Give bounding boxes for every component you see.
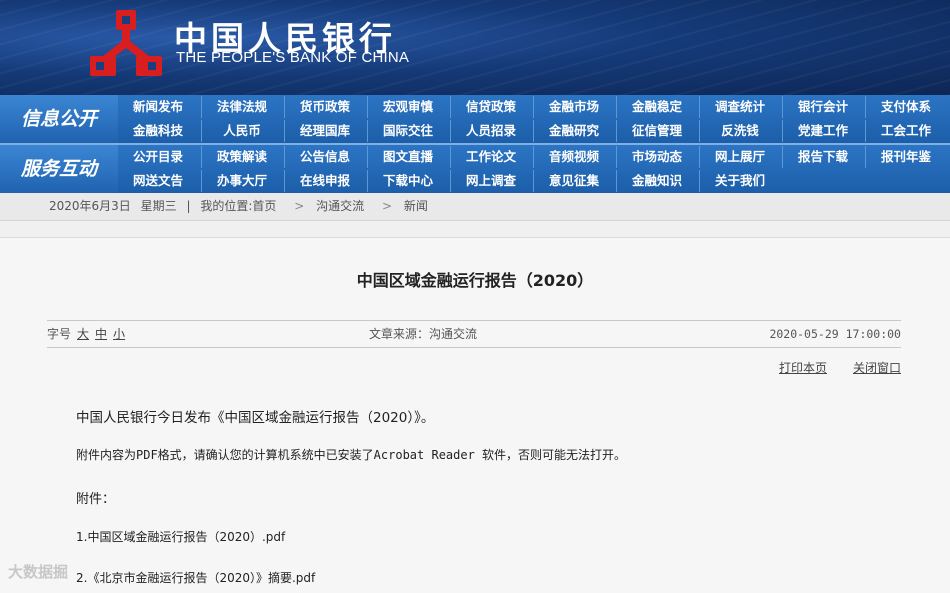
nav-item[interactable]: 反洗钱 xyxy=(699,120,780,142)
font-size-large[interactable]: 大 xyxy=(77,327,89,341)
paragraph: 中国人民银行今日发布《中国区域金融运行报告（2020）》。 xyxy=(76,410,435,426)
nav-item[interactable]: 在线申报 xyxy=(284,170,365,192)
current-weekday: 星期三 xyxy=(140,199,177,213)
nav-item[interactable]: 经理国库 xyxy=(284,120,365,142)
nav-item[interactable]: 关于我们 xyxy=(699,170,780,192)
nav-item[interactable]: 支付体系 xyxy=(865,96,946,118)
nav-item[interactable]: 报告下载 xyxy=(782,146,863,168)
nav-item[interactable]: 法律法规 xyxy=(201,96,282,118)
attachment-link[interactable]: 2.《北京市金融运行报告（2020）》摘要.pdf xyxy=(76,569,315,586)
attachment-link[interactable]: 1.中国区域金融运行报告（2020）.pdf xyxy=(76,528,285,545)
breadcrumb-separator: | xyxy=(186,199,191,213)
nav-item[interactable]: 公告信息 xyxy=(284,146,365,168)
font-size-label: 字号 xyxy=(47,327,72,341)
breadcrumb-bar: 2020年6月3日 星期三 | 我的位置:首页 > 沟通交流 > 新闻 xyxy=(0,193,950,221)
paragraph: 附件内容为PDF格式，请确认您的计算机系统中已安装了Acrobat Reader… xyxy=(76,448,627,462)
article-meta: 字号大中小 文章来源：沟通交流 2020-05-29 17:00:00 xyxy=(47,320,901,348)
nav-item[interactable]: 办事大厅 xyxy=(201,170,282,192)
breadcrumb-level-2[interactable]: 新闻 xyxy=(404,199,428,213)
article-container: 中国区域金融运行报告（2020） 字号大中小 文章来源：沟通交流 2020-05… xyxy=(0,237,950,593)
nav-row-info-2: 金融科技 人民币 经理国库 国际交往 人员招录 金融研究 征信管理 反洗钱 党建… xyxy=(118,120,950,144)
nav-item[interactable]: 人民币 xyxy=(201,120,282,142)
nav-item[interactable]: 市场动态 xyxy=(616,146,697,168)
breadcrumb-home[interactable]: 我的位置:首页 xyxy=(200,199,276,213)
nav-item[interactable]: 征信管理 xyxy=(616,120,697,142)
nav-item[interactable]: 新闻发布 xyxy=(118,96,198,118)
nav-group-info: 信息公开 新闻发布 法律法规 货币政策 宏观审慎 信贷政策 金融市场 金融稳定 … xyxy=(0,95,950,143)
main-nav: 信息公开 新闻发布 法律法规 货币政策 宏观审慎 信贷政策 金融市场 金融稳定 … xyxy=(0,95,950,193)
breadcrumb-level-1[interactable]: 沟通交流 xyxy=(316,199,364,213)
nav-item[interactable]: 金融知识 xyxy=(616,170,697,192)
nav-item[interactable]: 货币政策 xyxy=(284,96,365,118)
nav-item[interactable]: 金融稳定 xyxy=(616,96,697,118)
pboc-logo-icon[interactable] xyxy=(88,8,164,78)
attachments-label: 附件： xyxy=(76,492,116,507)
nav-head-service[interactable]: 服务互动 xyxy=(0,145,118,193)
nav-item[interactable]: 报刊年鉴 xyxy=(865,146,946,168)
article-timestamp: 2020-05-29 17:00:00 xyxy=(769,327,901,341)
nav-item[interactable]: 政策解读 xyxy=(201,146,282,168)
header-banner: 中国人民银行 THE PEOPLE'S BANK OF CHINA xyxy=(0,0,950,95)
nav-item[interactable]: 下载中心 xyxy=(367,170,448,192)
article-tools: 打印本页 关闭窗口 xyxy=(753,359,901,376)
nav-row-service-2: 网送文告 办事大厅 在线申报 下载中心 网上调查 意见征集 金融知识 关于我们 xyxy=(118,170,950,194)
nav-item[interactable]: 人员招录 xyxy=(450,120,531,142)
nav-item[interactable]: 银行会计 xyxy=(782,96,863,118)
nav-item[interactable]: 调查统计 xyxy=(699,96,780,118)
nav-item[interactable]: 公开目录 xyxy=(118,146,198,168)
chevron-right-icon: > xyxy=(381,199,393,213)
font-size-small[interactable]: 小 xyxy=(113,327,125,341)
chevron-right-icon: > xyxy=(294,199,305,213)
watermark: 大数据掘 xyxy=(8,563,69,581)
nav-item[interactable]: 网上调查 xyxy=(450,170,531,192)
bank-name-en: THE PEOPLE'S BANK OF CHINA xyxy=(176,49,410,66)
nav-item[interactable]: 音频视频 xyxy=(533,146,614,168)
nav-item[interactable]: 党建工作 xyxy=(782,120,863,142)
close-window-link[interactable]: 关闭窗口 xyxy=(853,361,901,375)
nav-item[interactable]: 金融市场 xyxy=(533,96,614,118)
nav-row-info-1: 新闻发布 法律法规 货币政策 宏观审慎 信贷政策 金融市场 金融稳定 调查统计 … xyxy=(118,96,950,120)
breadcrumb: 2020年6月3日 星期三 | 我的位置:首页 > 沟通交流 > 新闻 xyxy=(49,193,434,220)
nav-item[interactable]: 国际交往 xyxy=(367,120,448,142)
print-page-link[interactable]: 打印本页 xyxy=(779,361,827,375)
nav-item[interactable]: 信贷政策 xyxy=(450,96,531,118)
nav-item[interactable]: 意见征集 xyxy=(533,170,614,192)
nav-item[interactable]: 网上展厅 xyxy=(699,146,780,168)
nav-item[interactable]: 工会工作 xyxy=(865,120,946,142)
nav-item[interactable]: 网送文告 xyxy=(118,170,198,192)
article-source: 文章来源：沟通交流 xyxy=(369,327,478,341)
nav-head-info[interactable]: 信息公开 xyxy=(0,95,118,143)
nav-row-service-1: 公开目录 政策解读 公告信息 图文直播 工作论文 音频视频 市场动态 网上展厅 … xyxy=(118,146,950,170)
nav-item[interactable]: 图文直播 xyxy=(367,146,448,168)
nav-item[interactable]: 宏观审慎 xyxy=(367,96,448,118)
font-size-control: 字号大中小 xyxy=(47,321,125,347)
nav-group-service: 服务互动 公开目录 政策解读 公告信息 图文直播 工作论文 音频视频 市场动态 … xyxy=(0,145,950,193)
nav-item[interactable]: 金融科技 xyxy=(118,120,198,142)
nav-item[interactable]: 金融研究 xyxy=(533,120,614,142)
article-title: 中国区域金融运行报告（2020） xyxy=(356,271,594,290)
current-date: 2020年6月3日 xyxy=(49,199,131,213)
nav-item[interactable]: 工作论文 xyxy=(450,146,531,168)
font-size-medium[interactable]: 中 xyxy=(95,327,107,341)
